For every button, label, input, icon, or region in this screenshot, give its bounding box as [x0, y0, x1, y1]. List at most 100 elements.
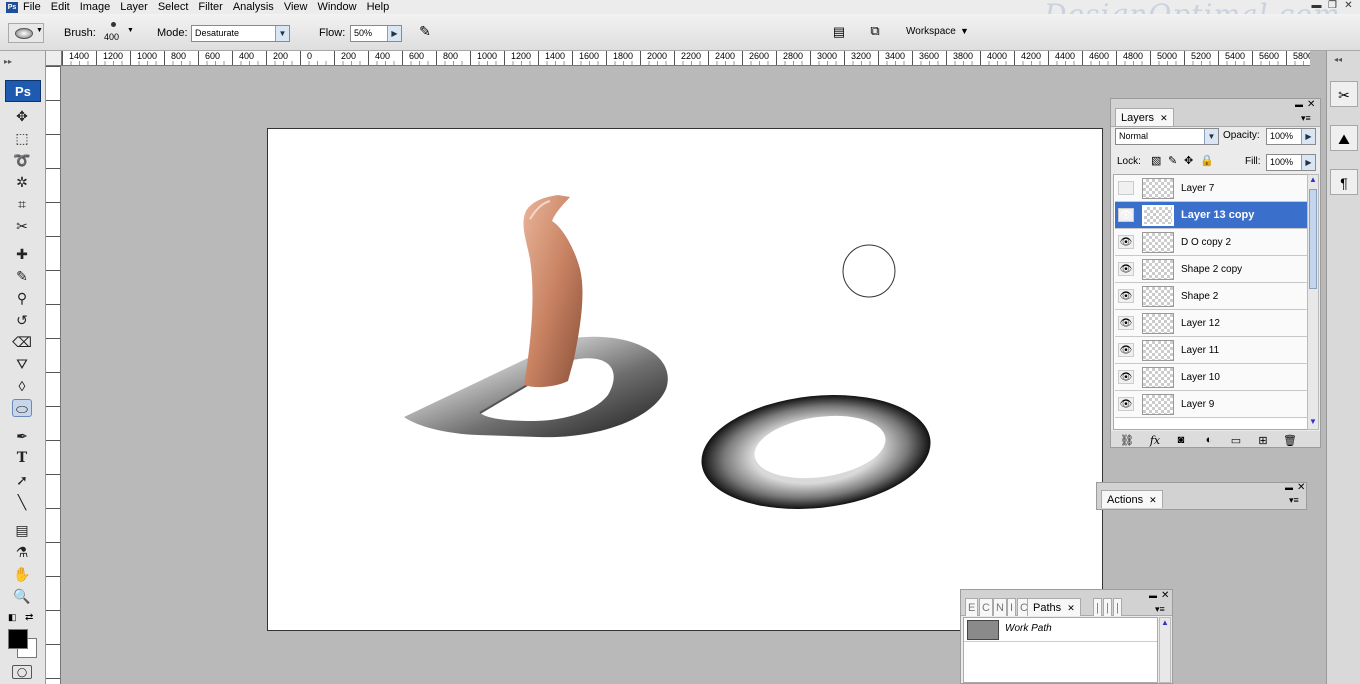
- lock-all-icon[interactable]: 🔒: [1200, 154, 1214, 167]
- notes-tool-icon[interactable]: ▤: [12, 521, 32, 539]
- eye-icon[interactable]: 👁: [1118, 397, 1134, 411]
- healing-brush-icon[interactable]: ✚: [12, 245, 32, 263]
- adjustment-layer-icon[interactable]: ◐: [1201, 434, 1217, 446]
- menu-analysis[interactable]: Analysis: [233, 0, 274, 14]
- tab-close-icon[interactable]: ✕: [1149, 495, 1157, 505]
- document-canvas[interactable]: [267, 128, 1103, 631]
- panel-menu-icon[interactable]: ▾≡: [1155, 604, 1165, 615]
- eye-icon[interactable]: 👁: [1118, 370, 1134, 384]
- layer-row[interactable]: 👁 Layer 11: [1115, 337, 1307, 364]
- history-brush-icon[interactable]: ↺: [12, 311, 32, 329]
- brush-picker[interactable]: 400 ▼: [102, 20, 134, 46]
- eye-icon[interactable]: 👁: [1118, 208, 1134, 222]
- marquee-tool-icon[interactable]: ⬚: [12, 129, 32, 147]
- scroll-up-icon[interactable]: ▲: [1160, 618, 1170, 627]
- tab-paths[interactable]: Paths ✕: [1027, 598, 1081, 616]
- crop-tool-icon[interactable]: ⌗: [12, 195, 32, 213]
- workspace-menu[interactable]: Workspace: [906, 26, 956, 37]
- panel-close-icon[interactable]: ✕: [1297, 482, 1305, 493]
- tool-preset-picker[interactable]: ▼: [8, 23, 44, 43]
- default-colors-icon[interactable]: ◧: [8, 612, 17, 623]
- scroll-up-icon[interactable]: ▲: [1308, 175, 1318, 187]
- navigator-icon[interactable]: ⛰: [1330, 125, 1358, 151]
- layer-row[interactable]: 👁 Layer 7: [1115, 175, 1307, 202]
- lock-pixels-icon[interactable]: ✎: [1168, 154, 1177, 167]
- panel-minimize-icon[interactable]: ▬: [1295, 100, 1303, 109]
- magic-wand-icon[interactable]: ✲: [12, 173, 32, 191]
- tab-collapsed[interactable]: I: [1007, 598, 1017, 616]
- eye-icon[interactable]: 👁: [1118, 262, 1134, 276]
- menu-file[interactable]: File: [23, 0, 41, 14]
- layer-row[interactable]: 👁 Shape 2 copy: [1115, 256, 1307, 283]
- scroll-thumb[interactable]: [1309, 189, 1317, 289]
- opacity-input[interactable]: 100% ▶: [1266, 128, 1316, 145]
- lock-position-icon[interactable]: ✥: [1184, 154, 1193, 167]
- trash-icon[interactable]: 🗑: [1282, 434, 1298, 447]
- collapse-icon[interactable]: ▸▸: [4, 57, 12, 66]
- zoom-tool-icon[interactable]: 🔍: [12, 587, 32, 605]
- tool-presets-icon[interactable]: ✂: [1330, 81, 1358, 107]
- layer-mask-icon[interactable]: ◙: [1173, 434, 1189, 446]
- lock-transparency-icon[interactable]: ▧: [1151, 154, 1161, 167]
- tab-collapsed[interactable]: E: [965, 598, 979, 616]
- tab-collapsed[interactable]: |: [1093, 598, 1102, 616]
- eraser-tool-icon[interactable]: ⌫: [12, 333, 32, 351]
- menu-help[interactable]: Help: [367, 0, 390, 14]
- clone-stamp-icon[interactable]: ⚲: [12, 289, 32, 307]
- restore-icon[interactable]: ❐: [1326, 0, 1339, 12]
- blend-mode-select[interactable]: Normal ▼: [1115, 128, 1219, 145]
- brush-tool-icon[interactable]: ✎: [12, 267, 32, 285]
- visibility-toggle-icon[interactable]: 👁: [1118, 181, 1134, 195]
- bridge-icon[interactable]: ⧉: [862, 23, 888, 43]
- eye-icon[interactable]: 👁: [1118, 289, 1134, 303]
- paint-bucket-icon[interactable]: ⛛: [12, 355, 32, 373]
- new-group-icon[interactable]: ▭: [1228, 434, 1244, 447]
- move-tool-icon[interactable]: ✥: [12, 107, 32, 125]
- path-selection-icon[interactable]: ➚: [12, 471, 32, 489]
- blur-tool-icon[interactable]: ◊: [12, 377, 32, 395]
- layer-row[interactable]: 👁 Shape 2: [1115, 283, 1307, 310]
- scroll-down-icon[interactable]: ▼: [1308, 417, 1318, 429]
- menu-layer[interactable]: Layer: [120, 0, 148, 14]
- layer-row-selected[interactable]: 👁 Layer 13 copy: [1115, 202, 1307, 229]
- tab-collapsed[interactable]: |: [1103, 598, 1112, 616]
- layers-scrollbar[interactable]: ▲ ▼: [1307, 174, 1319, 430]
- minimize-icon[interactable]: ▬: [1310, 0, 1323, 12]
- lasso-tool-icon[interactable]: ➰: [12, 151, 32, 169]
- tab-collapsed[interactable]: |: [1113, 598, 1122, 616]
- airbrush-icon[interactable]: ✎: [412, 23, 438, 43]
- menu-view[interactable]: View: [284, 0, 308, 14]
- panel-minimize-icon[interactable]: ▬: [1285, 483, 1293, 492]
- swap-colors-icon[interactable]: ⇄: [25, 612, 33, 623]
- menu-window[interactable]: Window: [317, 0, 356, 14]
- mode-select[interactable]: Desaturate ▼: [191, 25, 290, 42]
- pen-tool-icon[interactable]: ✒: [12, 427, 32, 445]
- eye-icon[interactable]: 👁: [1118, 235, 1134, 249]
- layer-style-icon[interactable]: fx: [1147, 434, 1163, 447]
- menu-select[interactable]: Select: [158, 0, 189, 14]
- panel-minimize-icon[interactable]: ▬: [1149, 591, 1157, 600]
- foreground-color-swatch[interactable]: [8, 629, 28, 649]
- tab-collapsed[interactable]: N: [993, 598, 1007, 616]
- menu-image[interactable]: Image: [80, 0, 111, 14]
- hand-tool-icon[interactable]: ✋: [12, 565, 32, 583]
- palette-well-icon[interactable]: ▤: [830, 24, 848, 42]
- layer-row[interactable]: 👁 Layer 10: [1115, 364, 1307, 391]
- new-layer-icon[interactable]: ⊞: [1255, 434, 1271, 447]
- quick-mask-icon[interactable]: ◯: [12, 665, 32, 679]
- ruler-origin[interactable]: [46, 51, 62, 66]
- fill-input[interactable]: 100% ▶: [1266, 154, 1316, 171]
- menu-edit[interactable]: Edit: [51, 0, 70, 14]
- eyedropper-icon[interactable]: ⚗: [12, 543, 32, 561]
- path-row[interactable]: Work Path: [964, 618, 1157, 642]
- type-tool-icon[interactable]: T: [12, 449, 32, 467]
- tab-close-icon[interactable]: ✕: [1160, 113, 1168, 123]
- link-layers-icon[interactable]: ⛓: [1119, 434, 1135, 447]
- panel-close-icon[interactable]: ✕: [1307, 99, 1315, 110]
- tab-actions[interactable]: Actions ✕: [1101, 490, 1163, 508]
- panel-menu-icon[interactable]: ▾≡: [1301, 113, 1311, 124]
- tab-close-icon[interactable]: ✕: [1067, 603, 1075, 613]
- menu-filter[interactable]: Filter: [198, 0, 222, 14]
- line-tool-icon[interactable]: ╲: [12, 493, 32, 511]
- tab-collapsed[interactable]: C: [979, 598, 993, 616]
